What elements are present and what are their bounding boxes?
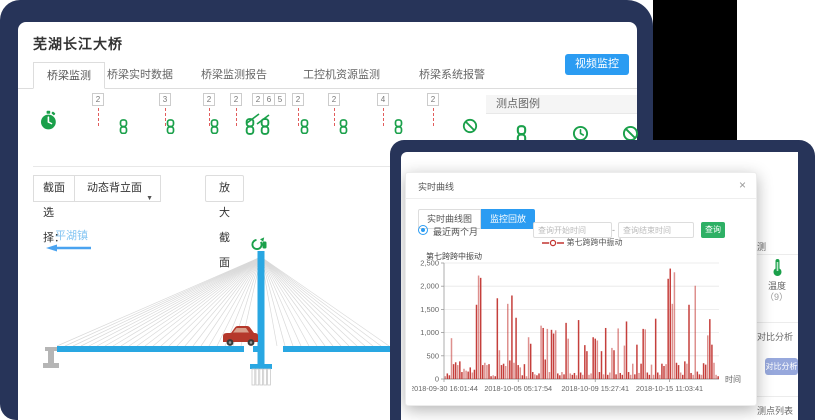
sensor-count-badge: 2: [92, 93, 104, 106]
last-two-months-radio[interactable]: [418, 225, 428, 235]
sensor-count-badge: 2: [230, 93, 242, 106]
query-start-time-input[interactable]: [533, 222, 612, 238]
close-icon[interactable]: ×: [739, 178, 746, 192]
range-separator: -: [612, 225, 615, 235]
sensor-count-badge: 5: [274, 93, 286, 106]
sensor-dashed-line: [298, 108, 299, 126]
svg-text:2018-09-30 16:01:44: 2018-09-30 16:01:44: [412, 384, 478, 393]
left-abutment: [43, 347, 59, 368]
sidebar-section-fragment: 测: [757, 240, 766, 253]
divider: [751, 322, 798, 323]
svg-text:2018-10-09 15:27:41: 2018-10-09 15:27:41: [561, 384, 629, 393]
vibration-chart: 第七跨跨中振动05001,0001,5002,0002,5002018-09-3…: [412, 249, 752, 401]
bridge-diagram: 平湖镇: [33, 226, 390, 418]
legend-line-marker-icon: [542, 239, 564, 247]
svg-text:2,500: 2,500: [420, 259, 439, 268]
screenshot-stage: 芜湖长江大桥 视频监控 桥梁监测 桥梁实时数据 桥梁监测报告 工控机资源监测 桥…: [0, 0, 815, 420]
timer-sensor-icon[interactable]: [39, 110, 58, 136]
tab-bridge-system-alarm[interactable]: 桥梁系统报警: [406, 62, 498, 89]
section-select-group: 截面选择： 动态背立面 ▼: [33, 175, 161, 202]
thermometer-icon: [771, 258, 784, 277]
query-button[interactable]: 查询: [701, 222, 725, 238]
sensor-dashed-line: [383, 108, 384, 126]
sensor-count-badge: 2: [427, 93, 439, 106]
svg-text:2,000: 2,000: [420, 282, 439, 291]
realtime-curve-modal: 实时曲线 × 实时曲线图 监控回放 最近两个月 - 查询 第七跨跨中振动: [405, 172, 757, 406]
svg-text:1,500: 1,500: [420, 305, 439, 314]
bridge-cables: [57, 257, 389, 346]
page-title: 芜湖长江大桥: [33, 34, 123, 54]
divider: [751, 396, 798, 397]
tower-top-sensor-icon[interactable]: [252, 237, 266, 249]
query-end-time-input[interactable]: [618, 222, 694, 238]
screen-black-region: [653, 0, 737, 142]
car: [223, 326, 258, 346]
modal-header: 实时曲线 ×: [406, 173, 756, 199]
sensor-count-badge: 3: [159, 93, 171, 106]
tab-bridge-realtime-data[interactable]: 桥梁实时数据: [94, 62, 186, 89]
chain-sensor-icon[interactable]: [119, 119, 128, 139]
compare-analysis-header: 对比分析: [757, 330, 793, 343]
chain-sensor-icon[interactable]: [339, 119, 348, 139]
svg-text:2018-10-15 11:03:41: 2018-10-15 11:03:41: [636, 384, 703, 393]
bridge-left-label: 平湖镇: [55, 228, 88, 242]
svg-text:时间: 时间: [725, 374, 741, 384]
legend-panel-title: 测点图例: [486, 95, 637, 114]
tab-ipc-resource-monitor[interactable]: 工控机资源监测: [290, 62, 393, 89]
tab-monitor-playback[interactable]: 监控回放: [481, 209, 535, 229]
chart-legend[interactable]: 第七跨跨中振动: [406, 237, 758, 248]
sensor-count-badge: 4: [377, 93, 389, 106]
section-select-dropdown[interactable]: 动态背立面 ▼: [74, 176, 160, 201]
left-arrow-icon: [46, 245, 91, 252]
chain-sensor-icon[interactable]: [394, 119, 403, 139]
svg-text:0: 0: [435, 375, 439, 384]
tower-foundation: [250, 364, 272, 385]
svg-text:2018-10-05 05:17:54: 2018-10-05 05:17:54: [484, 384, 552, 393]
modal-title: 实时曲线: [418, 180, 454, 193]
point-list-fragment: 测点列表: [757, 404, 793, 417]
compare-analysis-button[interactable]: 对比分析: [765, 358, 798, 375]
sensor-count-badge: 2: [292, 93, 304, 106]
main-tab-bar: 桥梁监测 桥梁实时数据 桥梁监测报告 工控机资源监测 桥梁系统报警: [18, 62, 637, 89]
sensor-dashed-line: [98, 108, 99, 126]
sensor-dashed-line: [236, 108, 237, 126]
gauge-sensor-icon[interactable]: [246, 112, 274, 130]
sensor-dashed-line: [433, 108, 434, 126]
chevron-down-icon: ▼: [146, 186, 153, 211]
background-window-fragment: [737, 0, 815, 142]
tab-bridge-monitor-report[interactable]: 桥梁监测报告: [188, 62, 280, 89]
zoom-section-button[interactable]: 放大截面: [205, 175, 244, 202]
disabled-sensor-icon[interactable]: [462, 118, 478, 139]
svg-text:500: 500: [426, 351, 439, 360]
section-select-label: 截面选择：: [34, 176, 74, 201]
temperature-count: （9）: [765, 290, 788, 303]
section-select-value: 动态背立面: [87, 182, 142, 194]
chain-sensor-icon[interactable]: [300, 119, 309, 139]
sensor-dashed-line: [334, 108, 335, 126]
divider: [751, 254, 798, 255]
svg-text:1,000: 1,000: [420, 328, 439, 337]
sensor-count-badge: 2: [203, 93, 215, 106]
bridge-deck: [57, 346, 390, 352]
chain-sensor-icon[interactable]: [166, 119, 175, 139]
chain-sensor-icon[interactable]: [210, 119, 219, 139]
popup-window-page: 测 温度 （9） 对比分析 对比分析 测点列表 实时曲线 × 实时曲线图 监控回…: [401, 152, 798, 420]
sensor-count-badge: 2: [328, 93, 340, 106]
legend-series-name: 第七跨跨中振动: [567, 238, 623, 247]
